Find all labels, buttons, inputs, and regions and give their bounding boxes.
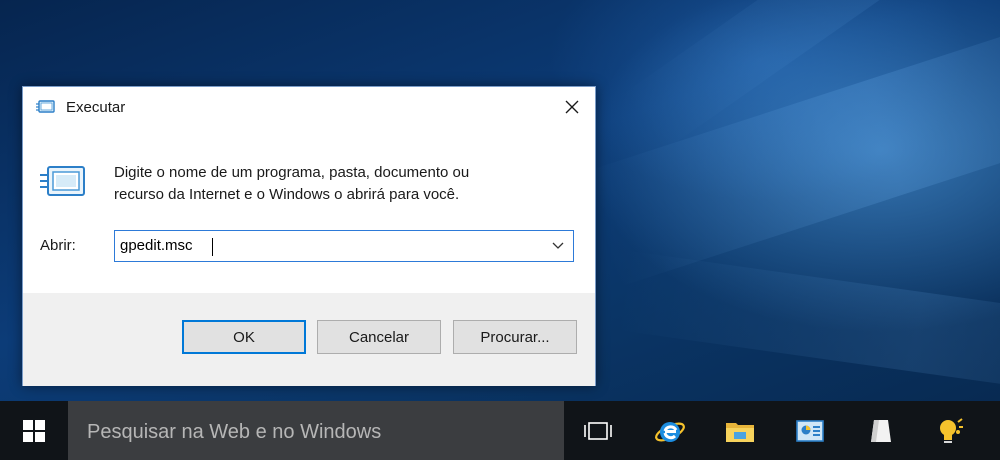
chevron-down-icon [552, 242, 564, 249]
dialog-footer: OK Cancelar Procurar... [23, 293, 595, 386]
dialog-titlebar[interactable]: Executar [23, 87, 595, 127]
task-view-icon [584, 421, 612, 440]
open-label: Abrir: [40, 237, 76, 254]
search-placeholder: Pesquisar na Web e no Windows [87, 421, 382, 443]
start-button[interactable] [0, 401, 68, 460]
app-icon [871, 419, 891, 442]
cancel-button[interactable]: Cancelar [317, 320, 441, 354]
open-input[interactable] [120, 231, 540, 261]
taskbar-search-box[interactable]: Pesquisar na Web e no Windows [68, 401, 564, 460]
browse-button[interactable]: Procurar... [453, 320, 577, 354]
internet-explorer-button[interactable] [640, 401, 700, 460]
task-view-button[interactable] [568, 401, 628, 460]
control-panel-icon [796, 419, 824, 442]
windows-start-icon [23, 419, 45, 442]
run-program-icon [40, 163, 86, 201]
dialog-description: Digite o nome de um programa, pasta, doc… [114, 162, 574, 206]
close-button[interactable] [549, 87, 595, 127]
dialog-title: Executar [66, 99, 126, 116]
description-line: recurso da Internet e o Windows o abrirá… [114, 186, 460, 203]
dropdown-button[interactable] [547, 231, 569, 261]
app-button[interactable] [850, 401, 910, 460]
close-icon [565, 100, 579, 114]
tips-button[interactable] [918, 401, 978, 460]
run-dialog: Executar Digite o nome de um programa, p… [22, 86, 596, 386]
text-caret [212, 238, 213, 256]
internet-explorer-icon [655, 421, 685, 442]
open-combobox[interactable] [114, 230, 574, 262]
ok-button[interactable]: OK [182, 320, 306, 354]
wallpaper-light-beam [614, 250, 1000, 401]
taskbar: Pesquisar na Web e no Windows [0, 401, 1000, 460]
file-explorer-button[interactable] [710, 401, 770, 460]
run-icon [36, 99, 56, 115]
tips-icon [940, 417, 963, 443]
file-explorer-icon [726, 422, 754, 442]
control-panel-button[interactable] [780, 401, 840, 460]
description-line: Digite o nome de um programa, pasta, doc… [114, 164, 470, 181]
